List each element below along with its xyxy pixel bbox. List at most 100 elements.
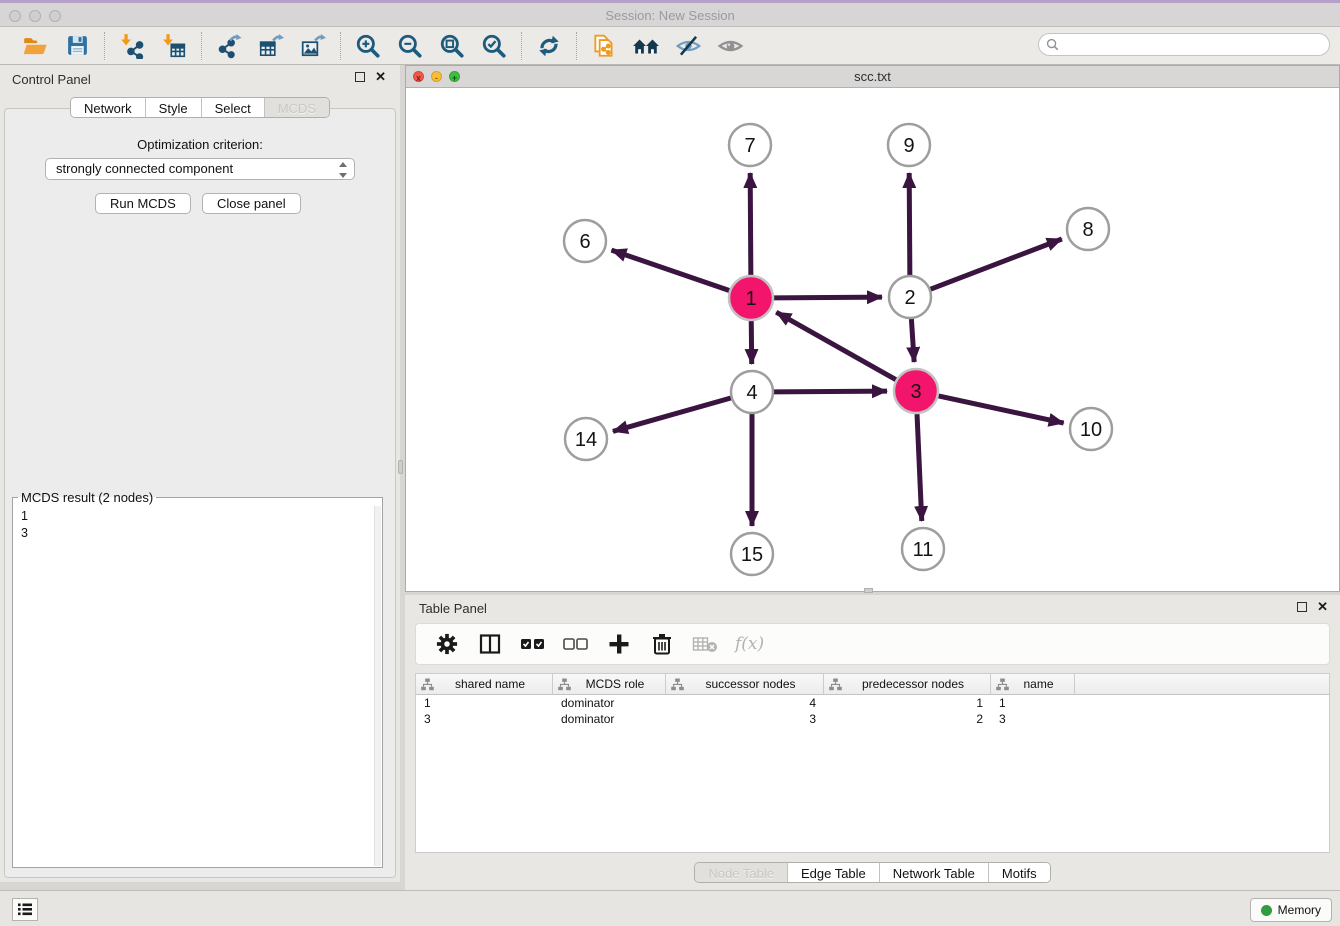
column-header-MCDS-role[interactable]: MCDS role [553, 674, 666, 694]
column-header-predecessor-nodes[interactable]: predecessor nodes [824, 674, 991, 694]
column-type-icon [421, 678, 434, 691]
houses-icon [632, 33, 660, 59]
zoom-out-icon [397, 33, 423, 59]
mcds-result-title: MCDS result (2 nodes) [18, 490, 156, 505]
optimization-criterion-label: Optimization criterion: [0, 137, 400, 152]
export-image-icon [300, 33, 326, 59]
plus-icon [607, 632, 631, 656]
table-row[interactable]: 1dominator411 [416, 695, 1329, 711]
close-panel-icon[interactable]: ✕ [1317, 601, 1328, 612]
hide-selected-button[interactable] [674, 32, 702, 60]
run-mcds-button[interactable]: Run MCDS [95, 193, 191, 214]
status-bar: Memory [0, 890, 1340, 926]
zoom-selected-button[interactable] [480, 32, 508, 60]
node-label-9: 9 [903, 135, 914, 157]
edge-3-1[interactable] [776, 312, 896, 379]
table-cell: 2 [824, 711, 991, 727]
tab-style[interactable]: Style [145, 98, 201, 117]
select-all-rows-button[interactable] [520, 631, 546, 657]
tab-select[interactable]: Select [201, 98, 264, 117]
mcds-result-line: 1 [21, 508, 374, 525]
table-body: 1dominator4113dominator323 [416, 695, 1329, 727]
search-input[interactable] [1059, 36, 1329, 54]
close-panel-icon[interactable]: ✕ [375, 71, 386, 82]
table-cell: 4 [666, 695, 824, 711]
tab-node-table[interactable]: Node Table [695, 863, 787, 882]
edge-2-3[interactable] [911, 319, 914, 362]
import-network-button[interactable] [118, 32, 146, 60]
search-icon [1046, 38, 1059, 51]
export-network-button[interactable] [215, 32, 243, 60]
column-header-name[interactable]: name [991, 674, 1075, 694]
zoom-out-button[interactable] [396, 32, 424, 60]
edge-3-10[interactable] [938, 396, 1063, 423]
add-column-button[interactable] [606, 631, 632, 657]
delete-column-button[interactable] [649, 631, 675, 657]
edge-4-14[interactable] [613, 398, 731, 431]
deselect-all-rows-button[interactable] [563, 631, 589, 657]
close-panel-button[interactable]: Close panel [202, 193, 301, 214]
column-header-successor-nodes[interactable]: successor nodes [666, 674, 824, 694]
result-scrollbar[interactable] [374, 506, 381, 866]
save-session-button[interactable] [63, 32, 91, 60]
tab-network[interactable]: Network [71, 98, 145, 117]
network-view-window: x - + scc.txt 1234678910111415 [405, 65, 1340, 592]
edge-3-11[interactable] [917, 414, 922, 521]
float-panel-icon[interactable] [1297, 602, 1307, 612]
table-row[interactable]: 3dominator323 [416, 711, 1329, 727]
column-header-shared-name[interactable]: shared name [416, 674, 553, 694]
table-cell: 3 [666, 711, 824, 727]
title-bar: Session: New Session [0, 0, 1340, 27]
session-title: Session: New Session [0, 8, 1340, 23]
export-table-button[interactable] [257, 32, 285, 60]
memory-button[interactable]: Memory [1250, 898, 1332, 922]
tab-network-table[interactable]: Network Table [879, 863, 988, 882]
table-cell: 3 [416, 711, 553, 727]
import-table-button[interactable] [160, 32, 188, 60]
table-options-button[interactable] [434, 631, 460, 657]
edge-4-3[interactable] [774, 391, 887, 392]
zoom-fit-button[interactable] [438, 32, 466, 60]
tab-edge-table[interactable]: Edge Table [787, 863, 879, 882]
delete-table-button[interactable] [692, 631, 718, 657]
list-icon [17, 902, 33, 917]
table-panel-tabs: Node TableEdge TableNetwork TableMotifs [405, 862, 1340, 883]
edge-2-9[interactable] [909, 173, 910, 275]
edge-1-2[interactable] [774, 297, 882, 298]
clone-network-icon [591, 33, 617, 59]
show-columns-button[interactable] [477, 631, 503, 657]
node-label-10: 10 [1080, 419, 1102, 441]
node-table: shared name MCDS role successor nodes pr… [415, 673, 1330, 853]
dropdown-value: strongly connected component [56, 161, 233, 176]
network-graph[interactable]: 1234678910111415 [406, 88, 1339, 591]
first-neighbors-button[interactable] [632, 32, 660, 60]
node-label-1: 1 [745, 288, 756, 310]
splitter-handle[interactable] [864, 588, 873, 593]
edge-2-8[interactable] [931, 239, 1062, 289]
node-label-4: 4 [746, 382, 757, 404]
zoom-in-button[interactable] [354, 32, 382, 60]
columns-icon [478, 632, 502, 656]
tab-mcds[interactable]: MCDS [264, 98, 329, 117]
mcds-result-list: 13 [13, 505, 374, 867]
attribute-function-button[interactable]: f(x) [735, 634, 764, 654]
export-image-button[interactable] [299, 32, 327, 60]
search-field[interactable] [1038, 33, 1330, 56]
edge-1-7[interactable] [750, 173, 751, 275]
splitter-handle[interactable] [398, 460, 403, 474]
task-history-button[interactable] [12, 898, 38, 921]
dropdown-stepper-icon [337, 162, 348, 178]
node-label-6: 6 [579, 231, 590, 253]
edge-1-6[interactable] [611, 250, 729, 290]
clone-network-button[interactable] [590, 32, 618, 60]
refresh-layout-button[interactable] [535, 32, 563, 60]
show-all-button[interactable] [716, 32, 744, 60]
table-toolbar: f(x) [415, 623, 1330, 665]
export-network-icon [216, 33, 242, 59]
float-panel-icon[interactable] [355, 72, 365, 82]
open-session-button[interactable] [21, 32, 49, 60]
network-window-titlebar[interactable]: x - + scc.txt [406, 66, 1339, 88]
network-canvas[interactable]: 1234678910111415 [406, 88, 1339, 591]
optimization-criterion-dropdown[interactable]: strongly connected component [45, 158, 355, 180]
tab-motifs[interactable]: Motifs [988, 863, 1050, 882]
